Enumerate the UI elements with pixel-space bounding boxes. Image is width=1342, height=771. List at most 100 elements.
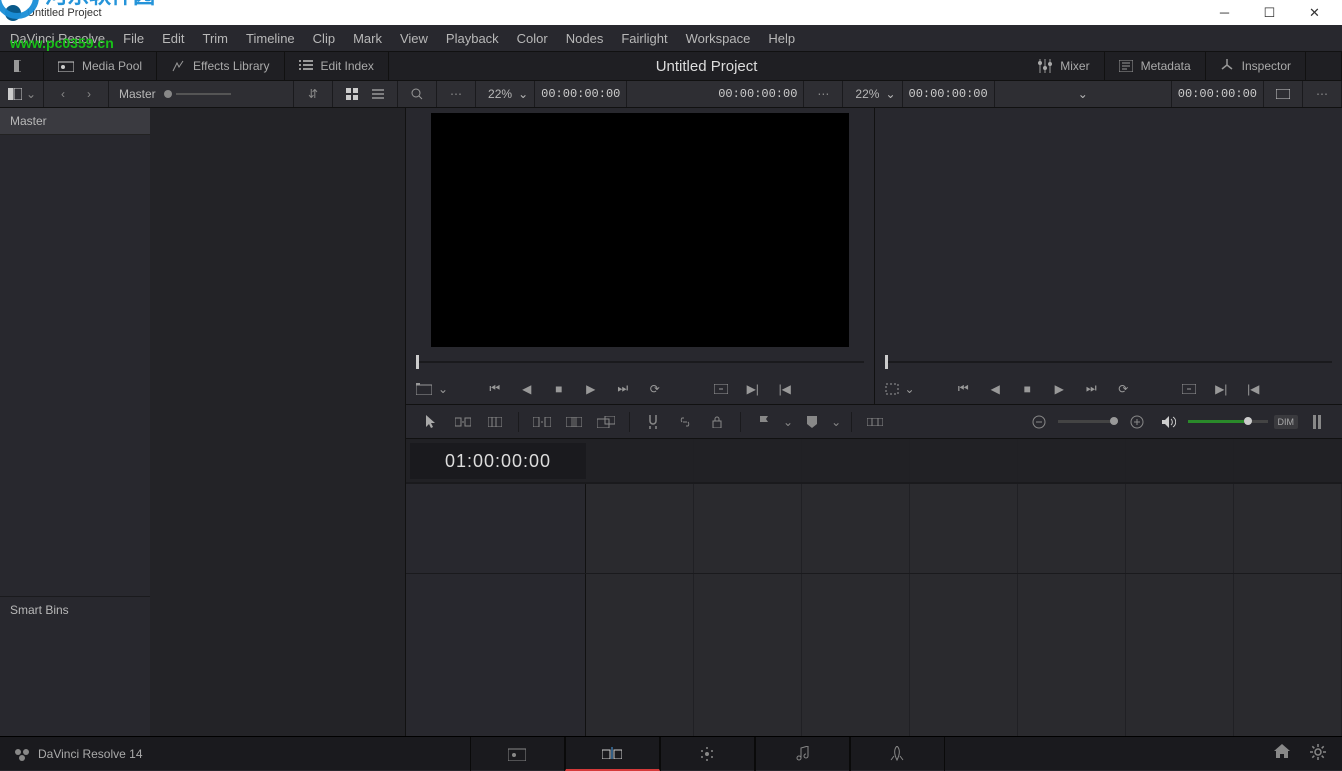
play-reverse-button[interactable]: ◀ <box>518 380 536 398</box>
mute-button[interactable] <box>1156 410 1182 434</box>
smart-bins-header[interactable]: Smart Bins <box>0 596 150 736</box>
menu-workspace[interactable]: Workspace <box>686 31 751 46</box>
menu-playback[interactable]: Playback <box>446 31 499 46</box>
chevron-down-icon[interactable]: ⌄ <box>783 415 793 429</box>
trim-tool[interactable] <box>450 410 476 434</box>
chevron-down-icon[interactable]: ⌄ <box>905 382 915 396</box>
play-button[interactable]: ▶ <box>1050 380 1068 398</box>
menu-mark[interactable]: Mark <box>353 31 382 46</box>
record-canvas[interactable] <box>875 108 1342 347</box>
video-track[interactable] <box>406 483 1342 573</box>
overwrite-clip-button[interactable] <box>561 410 587 434</box>
match-frame-button[interactable] <box>1180 380 1198 398</box>
out-point-button[interactable]: |◀ <box>776 380 794 398</box>
menu-fairlight[interactable]: Fairlight <box>621 31 667 46</box>
replace-clip-button[interactable] <box>593 410 619 434</box>
source-canvas[interactable] <box>431 113 849 347</box>
first-frame-button[interactable]: ⏮ <box>954 380 972 398</box>
fairlight-page-button[interactable] <box>755 737 850 771</box>
chevron-down-icon[interactable]: ⌄ <box>1078 87 1088 101</box>
chevron-down-icon[interactable]: ⌄ <box>885 87 895 101</box>
record-jog[interactable] <box>885 353 1333 371</box>
effects-library-button[interactable]: Effects Library <box>157 51 284 81</box>
stop-button[interactable]: ■ <box>1018 380 1036 398</box>
dim-button[interactable]: DIM <box>1274 415 1299 429</box>
menu-clip[interactable]: Clip <box>313 31 335 46</box>
maximize-button[interactable]: ☐ <box>1247 0 1292 25</box>
zoom-out-button[interactable] <box>1026 410 1052 434</box>
loop-button[interactable]: ⟳ <box>1114 380 1132 398</box>
edit-index-button[interactable]: Edit Index <box>285 51 389 81</box>
play-button[interactable]: ▶ <box>582 380 600 398</box>
selection-tool[interactable] <box>418 410 444 434</box>
menu-davinci[interactable]: DaVinci Resolve <box>10 31 105 46</box>
home-button[interactable] <box>1274 744 1290 763</box>
out-point-button[interactable]: |◀ <box>1244 380 1262 398</box>
minimize-button[interactable]: ─ <box>1202 0 1247 25</box>
media-pool-area[interactable] <box>150 108 406 736</box>
thumb-view-button[interactable] <box>341 83 363 105</box>
media-page-button[interactable] <box>470 737 565 771</box>
audio-track[interactable] <box>406 573 1342 736</box>
last-frame-button[interactable]: ⏭ <box>614 380 632 398</box>
source-options[interactable]: ⋯ <box>812 83 834 105</box>
source-jog[interactable] <box>416 353 864 371</box>
last-frame-button[interactable]: ⏭ <box>1082 380 1100 398</box>
play-reverse-button[interactable]: ◀ <box>986 380 1004 398</box>
search-button[interactable] <box>406 83 428 105</box>
menu-color[interactable]: Color <box>517 31 548 46</box>
record-options[interactable]: ⋯ <box>1311 83 1333 105</box>
color-page-button[interactable] <box>660 737 755 771</box>
source-zoom[interactable]: 22% <box>482 87 518 101</box>
nav-forward-button[interactable]: › <box>78 83 100 105</box>
menu-edit[interactable]: Edit <box>162 31 184 46</box>
loop-button[interactable]: ⟳ <box>646 380 664 398</box>
marker-button[interactable] <box>799 410 825 434</box>
menu-view[interactable]: View <box>400 31 428 46</box>
settings-button[interactable] <box>1310 744 1326 763</box>
source-mode-icon[interactable] <box>416 383 432 395</box>
menu-help[interactable]: Help <box>768 31 795 46</box>
zoom-in-button[interactable] <box>1124 410 1150 434</box>
close-button[interactable]: ✕ <box>1292 0 1337 25</box>
sort-button[interactable]: ⇵ <box>302 83 324 105</box>
record-view-mode[interactable] <box>1272 83 1294 105</box>
in-point-button[interactable]: ▶| <box>1212 380 1230 398</box>
menu-trim[interactable]: Trim <box>203 31 229 46</box>
bin-master[interactable]: Master <box>0 108 150 135</box>
timeline-view-button[interactable] <box>862 410 888 434</box>
snap-button[interactable] <box>640 410 666 434</box>
toggle-left-panel-button[interactable] <box>0 51 44 81</box>
first-frame-button[interactable]: ⏮ <box>486 380 504 398</box>
link-button[interactable] <box>672 410 698 434</box>
customize-button[interactable] <box>1304 410 1330 434</box>
inspector-button[interactable]: Inspector <box>1206 51 1306 81</box>
blade-tool[interactable] <box>482 410 508 434</box>
record-zoom[interactable]: 22% <box>849 87 885 101</box>
record-mode-icon[interactable] <box>885 383 899 395</box>
insert-clip-button[interactable] <box>529 410 555 434</box>
options-button[interactable]: ⋯ <box>445 83 467 105</box>
media-pool-button[interactable]: Media Pool <box>44 51 157 81</box>
breadcrumb[interactable]: Master <box>109 81 294 107</box>
mixer-button[interactable]: Mixer <box>1024 51 1104 81</box>
zoom-slider[interactable] <box>1058 420 1118 423</box>
menu-nodes[interactable]: Nodes <box>566 31 604 46</box>
breadcrumb-slider[interactable] <box>176 93 231 95</box>
stop-button[interactable]: ■ <box>550 380 568 398</box>
chevron-down-icon[interactable]: ⌄ <box>831 415 841 429</box>
metadata-button[interactable]: Metadata <box>1105 51 1206 81</box>
chevron-down-icon[interactable]: ⌄ <box>518 87 528 101</box>
volume-slider[interactable] <box>1188 420 1268 423</box>
chevron-down-icon[interactable]: ⌄ <box>438 382 448 396</box>
in-point-button[interactable]: ▶| <box>744 380 762 398</box>
lock-button[interactable] <box>704 410 730 434</box>
timeline-timecode[interactable]: 01:00:00:00 <box>410 443 586 479</box>
chevron-down-icon[interactable]: ⌄ <box>26 83 36 105</box>
deliver-page-button[interactable] <box>850 737 945 771</box>
flag-button[interactable] <box>751 410 777 434</box>
match-frame-button[interactable] <box>712 380 730 398</box>
menu-timeline[interactable]: Timeline <box>246 31 295 46</box>
menu-file[interactable]: File <box>123 31 144 46</box>
list-view-button[interactable] <box>367 83 389 105</box>
